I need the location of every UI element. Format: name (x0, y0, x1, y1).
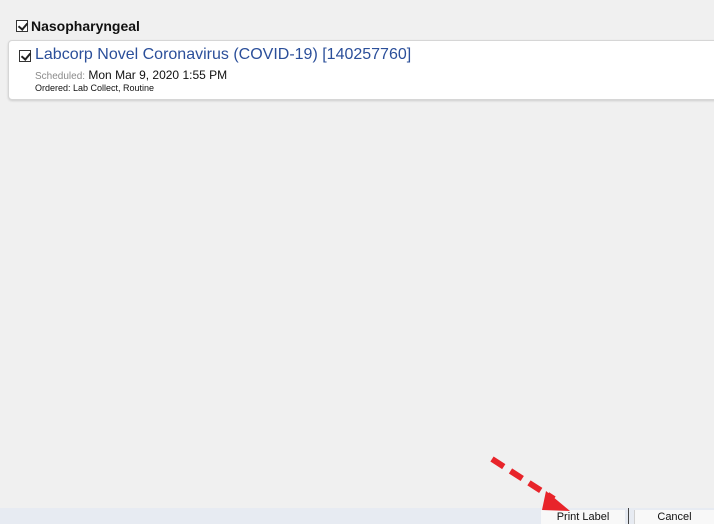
order-card[interactable]: Labcorp Novel Coronavirus (COVID-19) [14… (8, 40, 714, 100)
order-title[interactable]: Labcorp Novel Coronavirus (COVID-19) [14… (35, 46, 411, 64)
group-title: Nasopharyngeal (31, 18, 140, 34)
button-divider (628, 508, 629, 524)
order-checkbox[interactable] (19, 50, 31, 62)
scheduled-line: Scheduled: Mon Mar 9, 2020 1:55 PM (35, 68, 227, 82)
group-header: Nasopharyngeal (16, 17, 140, 35)
ordered-line: Ordered: Lab Collect, Routine (35, 83, 155, 93)
scheduled-label: Scheduled: (35, 71, 86, 82)
specimen-panel: Nasopharyngeal Labcorp Novel Coronavirus… (0, 0, 714, 524)
cancel-button[interactable]: Cancel (634, 510, 714, 524)
scheduled-value: Mon Mar 9, 2020 1:55 PM (88, 68, 228, 82)
annotation-arrow-icon (490, 456, 570, 511)
group-checkbox[interactable] (16, 20, 28, 32)
